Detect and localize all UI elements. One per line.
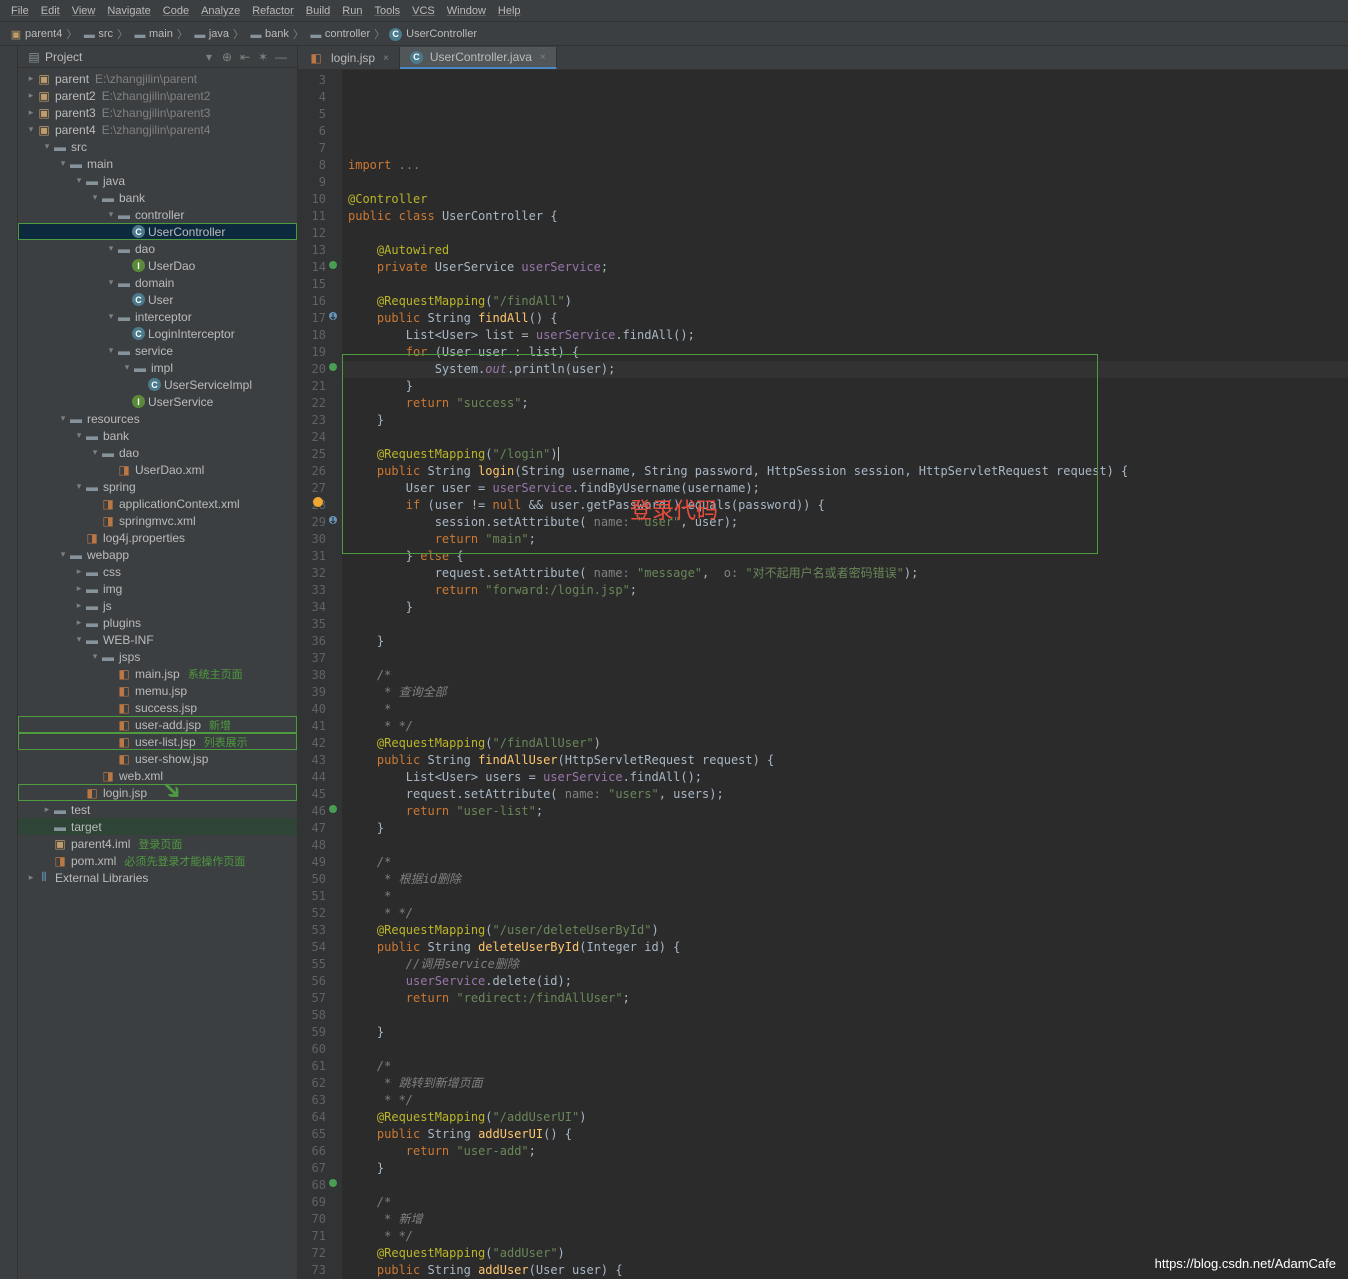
tree-item-bank[interactable]: ▾▬bank: [18, 189, 297, 206]
breadcrumb-item[interactable]: src: [98, 28, 113, 40]
hide-icon[interactable]: —: [273, 49, 289, 65]
menu-analyze[interactable]: Analyze: [195, 5, 246, 17]
menu-code[interactable]: Code: [157, 5, 195, 17]
tree-item-test[interactable]: ▸▬test: [18, 801, 297, 818]
tree-item-resources[interactable]: ▾▬resources: [18, 410, 297, 427]
tree-item-parent[interactable]: ▸▣parentE:\zhangjilin\parent: [18, 70, 297, 87]
tree-item-parent2[interactable]: ▸▣parent2E:\zhangjilin\parent2: [18, 87, 297, 104]
side-toolwindow-tabs[interactable]: [0, 46, 18, 1279]
tree-item-springmvc.xml[interactable]: ◨springmvc.xml: [18, 512, 297, 529]
tree-item-UserDao.xml[interactable]: ◨UserDao.xml: [18, 461, 297, 478]
breadcrumb-item[interactable]: UserController: [406, 28, 477, 40]
tree-item-main.jsp[interactable]: ◧main.jsp系统主页面: [18, 665, 297, 682]
gutter-down-icon[interactable]: [327, 803, 339, 815]
tree-item-UserServiceImpl[interactable]: CUserServiceImpl: [18, 376, 297, 393]
menu-navigate[interactable]: Navigate: [101, 5, 156, 17]
project-panel: ▤ Project ▾ ⊕ ⇤ ✶ — ▸▣parentE:\zhangjili…: [18, 46, 298, 1279]
gutter-down-icon[interactable]: [327, 361, 339, 373]
tree-item-spring[interactable]: ▾▬spring: [18, 478, 297, 495]
breadcrumb-item[interactable]: main: [149, 28, 173, 40]
tree-item-UserService[interactable]: IUserService: [18, 393, 297, 410]
tree-item-user-list.jsp[interactable]: ◧user-list.jsp列表展示: [18, 733, 297, 750]
gutter-bulb-icon[interactable]: [313, 497, 323, 507]
gutter-down-icon[interactable]: [327, 259, 339, 271]
breadcrumb-item[interactable]: controller: [325, 28, 370, 40]
tree-item-applicationContext.xml[interactable]: ◨applicationContext.xml: [18, 495, 297, 512]
menu-window[interactable]: Window: [441, 5, 492, 17]
breadcrumb-item[interactable]: bank: [265, 28, 289, 40]
tree-item-domain[interactable]: ▾▬domain: [18, 274, 297, 291]
tree-item-user-add.jsp[interactable]: ◧user-add.jsp新增: [18, 716, 297, 733]
menu-vcs[interactable]: VCS: [406, 5, 441, 17]
code-editor[interactable]: 登录代码 import ... @Controllerpublic class …: [342, 70, 1348, 1279]
tree-item-interceptor[interactable]: ▾▬interceptor: [18, 308, 297, 325]
tree-item-plugins[interactable]: ▸▬plugins: [18, 614, 297, 631]
tree-item-target[interactable]: ▬target: [18, 818, 297, 835]
folder-icon: ▤: [26, 50, 42, 64]
menu-tools[interactable]: Tools: [368, 5, 406, 17]
tree-item-UserDao[interactable]: IUserDao: [18, 257, 297, 274]
tree-item-dao[interactable]: ▾▬dao: [18, 444, 297, 461]
tree-item-login.jsp[interactable]: ◧login.jsp: [18, 784, 297, 801]
menu-refactor[interactable]: Refactor: [246, 5, 300, 17]
tree-item-js[interactable]: ▸▬js: [18, 597, 297, 614]
tree-item-java[interactable]: ▾▬java: [18, 172, 297, 189]
tree-item-External Libraries[interactable]: ▸⫴External Libraries: [18, 869, 297, 886]
tree-item-main[interactable]: ▾▬main: [18, 155, 297, 172]
tree-item-bank[interactable]: ▾▬bank: [18, 427, 297, 444]
gutter-override-icon[interactable]: [327, 514, 339, 526]
panel-dropdown-icon[interactable]: ▾: [201, 49, 217, 65]
tree-item-user-show.jsp[interactable]: ◧user-show.jsp: [18, 750, 297, 767]
collapse-icon[interactable]: ⇤: [237, 49, 253, 65]
tree-item-parent4[interactable]: ▾▣parent4E:\zhangjilin\parent4: [18, 121, 297, 138]
tree-item-UserController[interactable]: CUserController: [18, 223, 297, 240]
tree-item-web.xml[interactable]: ◨web.xml: [18, 767, 297, 784]
menu-run[interactable]: Run: [336, 5, 368, 17]
tree-item-jsps[interactable]: ▾▬jsps: [18, 648, 297, 665]
tree-item-impl[interactable]: ▾▬impl: [18, 359, 297, 376]
tree-item-memu.jsp[interactable]: ◧memu.jsp: [18, 682, 297, 699]
tree-item-webapp[interactable]: ▾▬webapp: [18, 546, 297, 563]
breadcrumb-item[interactable]: parent4: [25, 28, 62, 40]
menu-build[interactable]: Build: [300, 5, 336, 17]
panel-title: Project: [45, 50, 199, 64]
editor-tabs[interactable]: ◧login.jsp×CUserController.java×: [298, 46, 1348, 70]
menu-file[interactable]: File: [5, 5, 35, 17]
tree-item-parent3[interactable]: ▸▣parent3E:\zhangjilin\parent3: [18, 104, 297, 121]
tree-item-log4j.properties[interactable]: ◨log4j.properties: [18, 529, 297, 546]
close-icon[interactable]: ×: [540, 52, 546, 63]
watermark: https://blog.csdn.net/AdamCafe: [1155, 1256, 1336, 1271]
tree-item-parent4.iml[interactable]: ▣parent4.iml登录页面: [18, 835, 297, 852]
tree-item-WEB-INF[interactable]: ▾▬WEB-INF: [18, 631, 297, 648]
tree-item-service[interactable]: ▾▬service: [18, 342, 297, 359]
editor-area: ◧login.jsp×CUserController.java× 3 4 5 6…: [298, 46, 1348, 1279]
breadcrumb[interactable]: ▣parent4〉▬src〉▬main〉▬java〉▬bank〉▬control…: [0, 22, 1348, 46]
locate-icon[interactable]: ⊕: [219, 49, 235, 65]
menubar[interactable]: FileEditViewNavigateCodeAnalyzeRefactorB…: [0, 0, 1348, 22]
tree-item-dao[interactable]: ▾▬dao: [18, 240, 297, 257]
tree-item-pom.xml[interactable]: ◨pom.xml必须先登录才能操作页面: [18, 852, 297, 869]
project-tree[interactable]: ▸▣parentE:\zhangjilin\parent▸▣parent2E:\…: [18, 68, 297, 1279]
tree-item-success.jsp[interactable]: ◧success.jsp: [18, 699, 297, 716]
menu-edit[interactable]: Edit: [35, 5, 66, 17]
tab-login.jsp[interactable]: ◧login.jsp×: [298, 47, 400, 69]
gear-icon[interactable]: ✶: [255, 49, 271, 65]
tree-item-LoginInterceptor[interactable]: CLoginInterceptor: [18, 325, 297, 342]
tree-item-img[interactable]: ▸▬img: [18, 580, 297, 597]
menu-view[interactable]: View: [66, 5, 102, 17]
gutter[interactable]: 3 4 5 6 7 8 9 10 11 12 13 14 15 16 17 18…: [298, 70, 342, 1279]
tree-item-css[interactable]: ▸▬css: [18, 563, 297, 580]
tree-item-src[interactable]: ▾▬src: [18, 138, 297, 155]
breadcrumb-item[interactable]: java: [209, 28, 229, 40]
tree-item-controller[interactable]: ▾▬controller: [18, 206, 297, 223]
project-panel-header: ▤ Project ▾ ⊕ ⇤ ✶ —: [18, 46, 297, 68]
gutter-override-icon[interactable]: [327, 310, 339, 322]
close-icon[interactable]: ×: [383, 53, 389, 64]
tab-UserController.java[interactable]: CUserController.java×: [400, 47, 557, 69]
tree-item-User[interactable]: CUser: [18, 291, 297, 308]
gutter-down-icon[interactable]: [327, 1177, 339, 1189]
menu-help[interactable]: Help: [492, 5, 527, 17]
